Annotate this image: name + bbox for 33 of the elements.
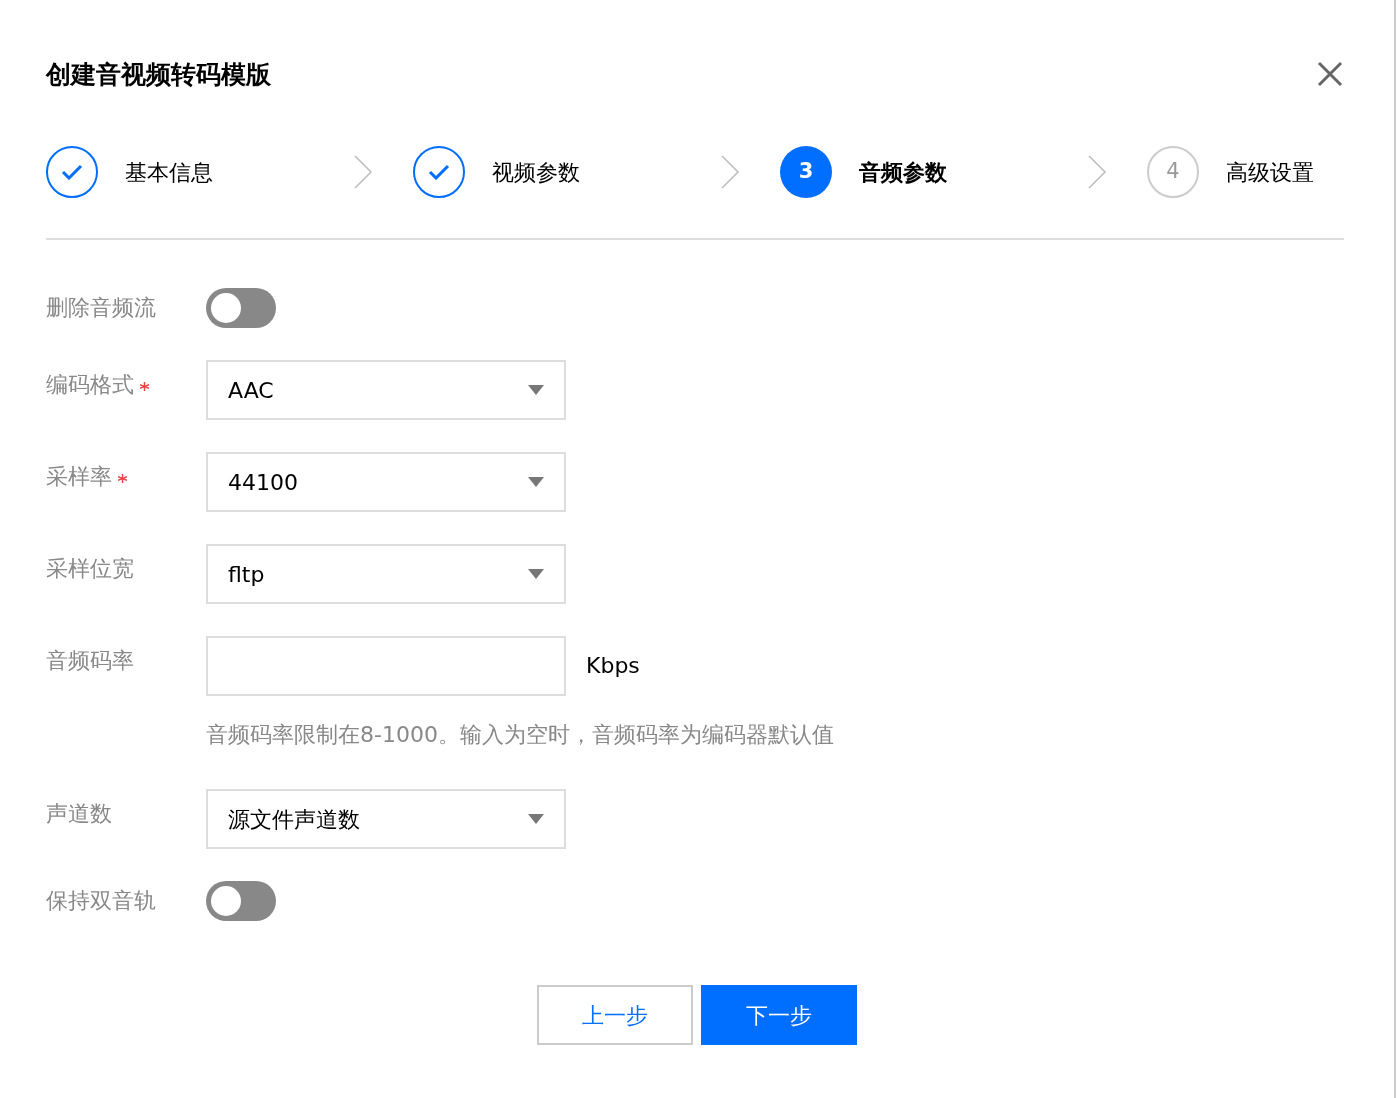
caret-icon <box>528 385 544 395</box>
toggle-switch[interactable] <box>206 881 276 921</box>
field-label: 保持双音轨 <box>46 888 156 913</box>
field-label: 声道数 <box>46 801 112 826</box>
field-label: 采样位宽 <box>46 556 134 581</box>
dropdown-select[interactable]: AAC <box>206 360 566 420</box>
hint-text: 音频码率限制在8-1000。输入为空时，音频码率为编码器默认值 <box>206 721 835 749</box>
caret-icon <box>528 477 544 487</box>
step-number-icon: 3 <box>780 146 832 198</box>
field-label: 删除音频流 <box>46 295 156 320</box>
next-button[interactable]: 下一步 <box>701 985 857 1045</box>
dropdown-select[interactable]: fltp <box>206 544 566 604</box>
field-label: 编码格式 <box>46 372 134 397</box>
caret-icon <box>528 569 544 579</box>
close-icon[interactable] <box>1316 60 1344 88</box>
field-label: 音频码率 <box>46 648 134 673</box>
step-label: 高级设置 <box>1226 158 1314 187</box>
caret-icon <box>528 814 544 824</box>
back-button[interactable]: 上一步 <box>537 985 693 1045</box>
step-number-icon: 4 <box>1147 146 1199 198</box>
step-label: 音频参数 <box>859 158 947 187</box>
toggle-switch[interactable] <box>206 288 276 328</box>
dropdown-select[interactable]: 44100 <box>206 452 566 512</box>
field-label: 采样率 <box>46 464 112 489</box>
input-field[interactable] <box>206 636 566 696</box>
dialog-title: 创建音视频转码模版 <box>46 59 271 91</box>
chevron-icon <box>353 154 373 190</box>
step-label: 视频参数 <box>492 158 580 187</box>
chevron-icon <box>720 154 740 190</box>
unit-label: Kbps <box>586 652 640 680</box>
step-label: 基本信息 <box>125 158 213 187</box>
dropdown-select[interactable]: 源文件声道数 <box>206 789 566 849</box>
chevron-icon <box>1087 154 1107 190</box>
